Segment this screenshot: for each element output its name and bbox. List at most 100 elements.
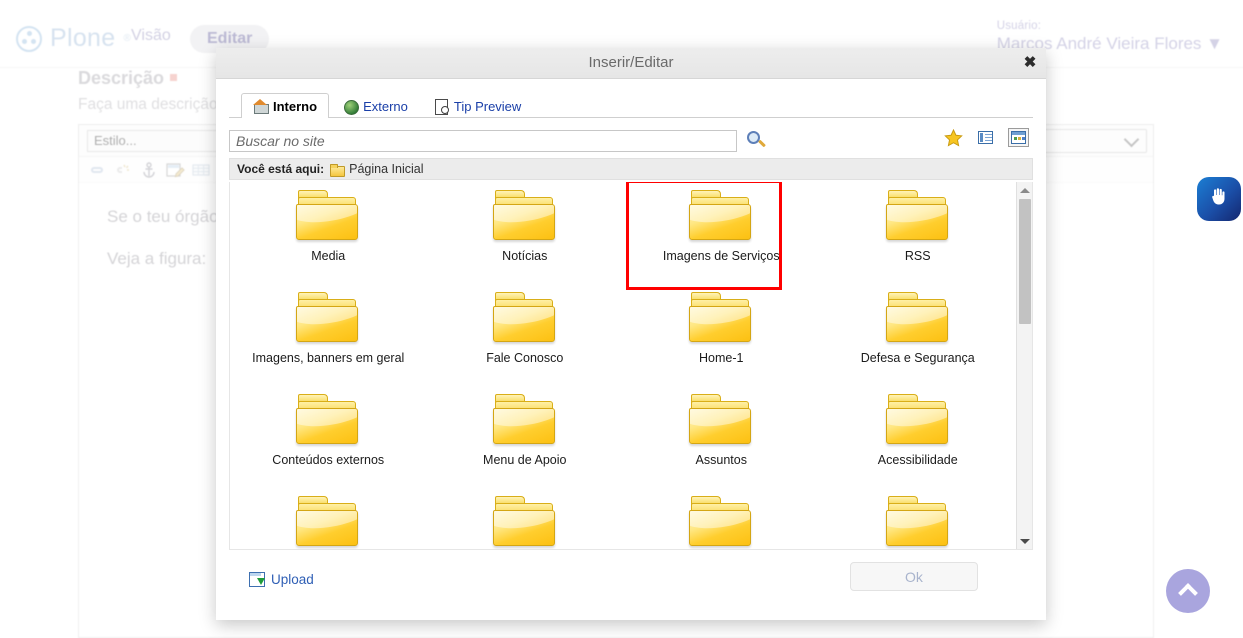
file-grid-item-label: Conteúdos externos <box>272 453 384 467</box>
description-field-label: Descrição <box>78 68 177 89</box>
tab-interno[interactable]: Interno <box>241 93 329 118</box>
scroll-up-icon[interactable] <box>1017 182 1033 198</box>
file-grid-item-label: Home-1 <box>699 351 743 365</box>
folder-icon <box>689 292 753 346</box>
upload-label: Upload <box>271 572 314 587</box>
file-grid-item[interactable] <box>623 496 820 550</box>
folder-icon <box>493 496 557 550</box>
edit-image-icon[interactable] <box>165 161 185 179</box>
tab-tip-preview[interactable]: Tip Preview <box>422 93 533 118</box>
table-icon[interactable] <box>191 161 211 179</box>
dialog-tabs: Interno Externo Tip Preview <box>229 92 1033 118</box>
file-grid-item[interactable]: Home-1 <box>623 292 820 394</box>
folder-icon <box>296 190 360 244</box>
grid-view-glyph <box>1011 131 1026 144</box>
file-grid-item[interactable] <box>230 496 427 550</box>
file-grid-item[interactable] <box>820 496 1017 550</box>
tab-externo[interactable]: Externo <box>331 93 420 118</box>
folder-icon <box>886 394 950 448</box>
chevron-down-icon: ▼ <box>1206 34 1223 53</box>
document-preview-icon <box>434 99 449 114</box>
editor-paragraph-text: Veja a figura: <box>107 249 206 268</box>
search-input[interactable] <box>229 130 737 152</box>
ok-button[interactable]: Ok <box>850 562 978 591</box>
folder-icon <box>296 496 360 550</box>
upload-button[interactable]: Upload <box>249 572 314 587</box>
file-grid: Media Notícias Imagens de Serviços RSS Image… <box>230 182 1016 549</box>
list-view-icon[interactable] <box>975 128 996 147</box>
brand-trademark: ® <box>123 33 130 44</box>
folder-icon <box>886 292 950 346</box>
globe-icon <box>343 99 358 114</box>
star-icon[interactable] <box>944 129 963 147</box>
sign-language-hand-icon <box>1207 185 1231 213</box>
plone-logo-icon <box>16 26 42 52</box>
scroll-down-icon[interactable] <box>1017 533 1033 549</box>
file-grid-item-label: RSS <box>905 249 931 263</box>
folder-icon <box>689 394 753 448</box>
file-grid-item[interactable]: Assuntos <box>623 394 820 496</box>
dialog-footer: Upload Ok <box>229 550 1033 608</box>
folder-icon <box>330 164 343 175</box>
file-grid-item[interactable]: Imagens de Serviços <box>623 190 820 292</box>
file-grid-item-label: Defesa e Segurança <box>861 351 975 365</box>
grid-view-icon[interactable] <box>1008 128 1029 147</box>
plone-logo[interactable]: Plone ® <box>16 24 131 53</box>
brand-name: Plone <box>50 24 115 53</box>
required-marker-icon <box>170 74 177 81</box>
file-grid-item[interactable]: Conteúdos externos <box>230 394 427 496</box>
file-grid-item[interactable]: Media <box>230 190 427 292</box>
file-grid-item[interactable]: RSS <box>820 190 1017 292</box>
dialog-body: Interno Externo Tip Preview <box>216 79 1046 620</box>
breadcrumb-label: Você está aqui: <box>237 162 324 176</box>
folder-icon <box>689 496 753 550</box>
folder-icon <box>296 292 360 346</box>
editor-paragraph-text: Se o teu órgão <box>107 207 219 226</box>
libras-accessibility-button[interactable] <box>1197 177 1241 221</box>
search-icon[interactable] <box>746 130 768 152</box>
insert-edit-dialog: Inserir/Editar ✖ Interno Externo Tip Pre… <box>216 48 1046 620</box>
file-grid-item-label: Assuntos <box>696 453 747 467</box>
scroll-to-top-button[interactable] <box>1166 569 1210 613</box>
file-browser: Media Notícias Imagens de Serviços RSS Image… <box>229 182 1033 550</box>
file-grid-item[interactable]: Defesa e Segurança <box>820 292 1017 394</box>
link-icon[interactable] <box>87 161 107 179</box>
chevron-down-icon <box>1124 132 1140 148</box>
folder-icon <box>886 496 950 550</box>
file-grid-item[interactable]: Imagens, banners em geral <box>230 292 427 394</box>
file-grid-item[interactable]: Fale Conosco <box>427 292 624 394</box>
scrollbar-thumb[interactable] <box>1019 199 1031 324</box>
file-grid-item-label: Imagens de Serviços <box>663 249 780 263</box>
list-view-glyph <box>978 131 993 144</box>
dialog-title: Inserir/Editar <box>216 54 1046 71</box>
file-grid-item[interactable] <box>427 496 624 550</box>
file-grid-item-label: Notícias <box>502 249 547 263</box>
unlink-icon[interactable] <box>113 161 133 179</box>
breadcrumb: Você está aqui: Página Inicial <box>229 158 1033 180</box>
chevron-up-icon <box>1178 583 1198 603</box>
folder-icon <box>493 190 557 244</box>
file-grid-item-label: Fale Conosco <box>486 351 563 365</box>
close-icon[interactable]: ✖ <box>1020 53 1040 73</box>
file-grid-item-label: Media <box>311 249 345 263</box>
file-grid-scrollbar[interactable] <box>1016 182 1032 549</box>
search-row <box>229 125 1033 157</box>
tab-tip-preview-label: Tip Preview <box>454 99 521 114</box>
folder-icon <box>493 292 557 346</box>
tab-interno-label: Interno <box>273 99 317 114</box>
view-tools <box>944 128 1029 147</box>
folder-icon <box>886 190 950 244</box>
file-grid-item-label: Acessibilidade <box>878 453 958 467</box>
description-help-text: Faça uma descrição <box>78 96 218 114</box>
dialog-titlebar: Inserir/Editar ✖ <box>216 48 1046 79</box>
folder-icon <box>689 190 753 244</box>
upload-icon <box>249 572 265 587</box>
file-grid-item[interactable]: Menu de Apoio <box>427 394 624 496</box>
user-label: Usuário: <box>997 20 1223 32</box>
file-grid-item[interactable]: Acessibilidade <box>820 394 1017 496</box>
house-icon <box>253 99 268 114</box>
breadcrumb-item-pagina-inicial[interactable]: Página Inicial <box>349 162 423 176</box>
file-grid-item[interactable]: Notícias <box>427 190 624 292</box>
nav-item-visao[interactable]: Visão <box>131 27 171 45</box>
anchor-icon[interactable] <box>139 161 159 179</box>
